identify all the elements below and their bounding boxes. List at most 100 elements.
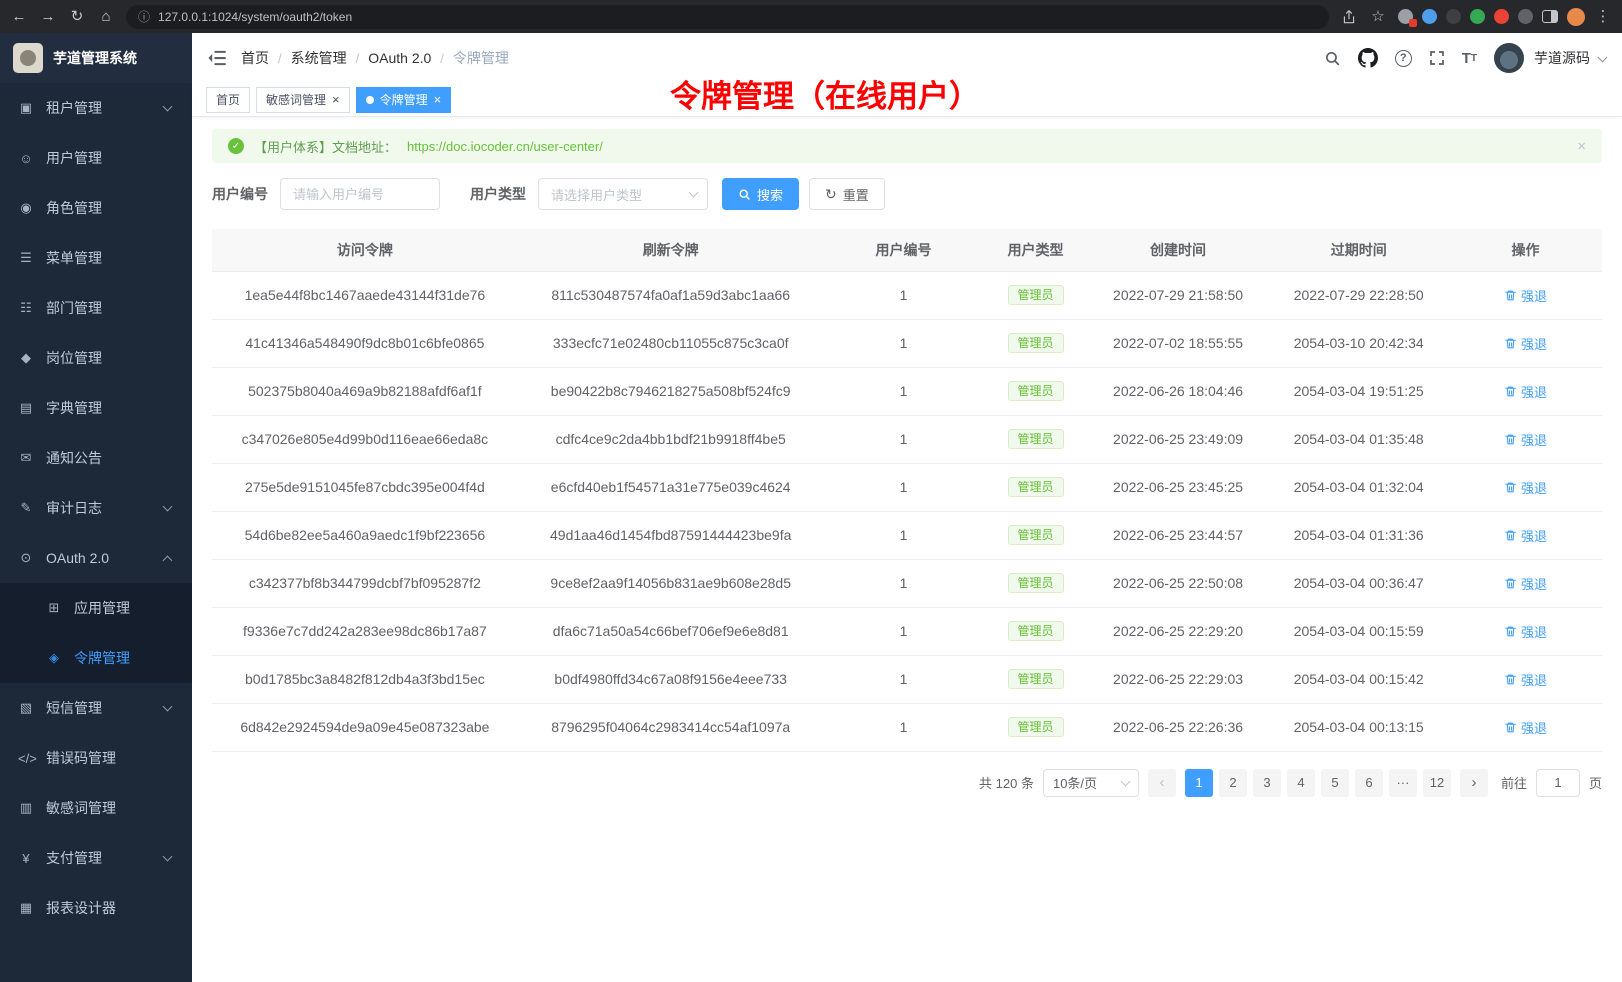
user-id-input[interactable] [280, 178, 440, 210]
force-logout-button[interactable]: 强退 [1504, 382, 1547, 401]
column-header: 操作 [1449, 229, 1602, 271]
pager-page-4[interactable]: 4 [1287, 769, 1315, 797]
app-logo[interactable]: 芋道管理系统 [0, 33, 192, 83]
extension-icon-dark[interactable] [1446, 9, 1461, 24]
extension-icon-green[interactable] [1470, 9, 1485, 24]
refresh-token-cell: 9ce8ef2aa9f14056b831ae9b608e28d5 [518, 559, 824, 607]
pagination: 共 120 条 10条/页 ‹ 123456···12 › 前往 页 [192, 752, 1622, 814]
sidebar-item-tenant[interactable]: ▣租户管理 [0, 83, 192, 133]
tab-令牌管理[interactable]: 令牌管理× [356, 87, 452, 113]
chevron-down-icon[interactable] [1598, 52, 1608, 62]
force-logout-button[interactable]: 强退 [1504, 574, 1547, 593]
tab-close-icon[interactable]: × [332, 93, 340, 106]
pager-page-1[interactable]: 1 [1185, 769, 1213, 797]
search-button[interactable]: 搜索 [722, 178, 799, 210]
prev-page-button[interactable]: ‹ [1148, 769, 1176, 797]
extension-icon[interactable] [1398, 9, 1413, 24]
breadcrumb-item[interactable]: 系统管理 [291, 48, 347, 68]
goto-page-input[interactable] [1536, 769, 1580, 797]
sidebar-item-role[interactable]: ◉角色管理 [0, 183, 192, 233]
sidebar-item-label: 报表设计器 [46, 898, 174, 918]
force-logout-button[interactable]: 强退 [1504, 526, 1547, 545]
refresh-token-cell: 49d1aa46d1454fbd87591444423be9fa [518, 511, 824, 559]
role-icon: ◉ [18, 200, 34, 216]
reset-button-label: 重置 [843, 185, 869, 204]
extension-icon-red[interactable] [1494, 9, 1509, 24]
browser-profile-avatar[interactable] [1567, 8, 1585, 26]
home-icon[interactable]: ⌂ [97, 9, 115, 24]
browser-menu-icon[interactable]: ⋮ [1594, 9, 1612, 24]
breadcrumb-separator: / [278, 51, 282, 66]
address-bar[interactable]: ⓘ 127.0.0.1:1024/system/oauth2/token [126, 5, 1329, 29]
extension-icon-gray[interactable] [1518, 9, 1533, 24]
action-cell: 强退 [1449, 271, 1602, 319]
access-token-cell: 502375b8040a469a9b82188afdf6af1f [212, 367, 518, 415]
table-row: c342377bf8b344799dcbf7bf095287f29ce8ef2a… [212, 559, 1602, 607]
sidebar-item-dept[interactable]: ☷部门管理 [0, 283, 192, 333]
page-size-select[interactable]: 10条/页 [1043, 769, 1139, 797]
table-row: f9336e7c7dd242a283ee98dc86b17a87dfa6c71a… [212, 607, 1602, 655]
share-icon[interactable] [1340, 9, 1358, 25]
sidebar-item-token[interactable]: ◈令牌管理 [0, 633, 192, 683]
pager-page-2[interactable]: 2 [1219, 769, 1247, 797]
next-page-button[interactable]: › [1460, 769, 1488, 797]
force-logout-button[interactable]: 强退 [1504, 430, 1547, 449]
pager-more-button[interactable]: ··· [1389, 769, 1417, 797]
user-id-cell: 1 [824, 559, 984, 607]
sidebar-item-notice[interactable]: ✉通知公告 [0, 433, 192, 483]
collapse-sidebar-icon[interactable] [208, 50, 226, 66]
sidebar-toggle-icon[interactable] [1542, 10, 1558, 23]
sidebar-item-report[interactable]: ▦报表设计器 [0, 883, 192, 933]
create-time-cell: 2022-06-25 23:44:57 [1088, 511, 1269, 559]
breadcrumb-item[interactable]: OAuth 2.0 [368, 50, 431, 66]
force-logout-button[interactable]: 强退 [1504, 334, 1547, 353]
tab-close-icon[interactable]: × [434, 93, 442, 106]
sidebar-item-user[interactable]: ☺用户管理 [0, 133, 192, 183]
pager-page-5[interactable]: 5 [1321, 769, 1349, 797]
sidebar-item-post[interactable]: ◆岗位管理 [0, 333, 192, 383]
site-info-icon[interactable]: ⓘ [138, 8, 150, 25]
reload-icon[interactable]: ↻ [68, 9, 86, 24]
tab-敏感词管理[interactable]: 敏感词管理× [256, 87, 350, 113]
user-id-cell: 1 [824, 319, 984, 367]
sidebar-item-sensitive-word[interactable]: ▥敏感词管理 [0, 783, 192, 833]
force-logout-button[interactable]: 强退 [1504, 718, 1547, 737]
pager-page-6[interactable]: 6 [1355, 769, 1383, 797]
force-logout-button[interactable]: 强退 [1504, 622, 1547, 641]
pager-page-12[interactable]: 12 [1423, 769, 1451, 797]
github-icon[interactable] [1358, 48, 1378, 68]
doc-link[interactable]: https://doc.iocoder.cn/user-center/ [407, 139, 603, 154]
forward-icon[interactable]: → [39, 9, 57, 24]
back-icon[interactable]: ← [10, 9, 28, 24]
sms-icon: ▧ [18, 700, 34, 716]
tab-首页[interactable]: 首页 [206, 87, 250, 113]
refresh-token-cell: 8796295f04064c2983414cc54af1097a [518, 703, 824, 751]
page-size-value: 10条/页 [1053, 773, 1097, 792]
bookmark-star-icon[interactable]: ☆ [1369, 9, 1387, 24]
font-size-icon[interactable]: TT [1462, 50, 1477, 67]
sidebar-item-pay[interactable]: ¥支付管理 [0, 833, 192, 883]
pager-page-3[interactable]: 3 [1253, 769, 1281, 797]
reset-button[interactable]: ↻ 重置 [809, 178, 885, 210]
breadcrumb-item[interactable]: 首页 [241, 48, 269, 68]
extension-icon-blue[interactable] [1422, 9, 1437, 24]
create-time-cell: 2022-06-25 22:29:20 [1088, 607, 1269, 655]
sidebar-item-oauth2[interactable]: ⊙OAuth 2.0 [0, 533, 192, 583]
force-logout-button[interactable]: 强退 [1504, 478, 1547, 497]
search-icon[interactable] [1324, 50, 1341, 67]
sidebar-item-errcode[interactable]: </>错误码管理 [0, 733, 192, 783]
sidebar-item-audit-log[interactable]: ✎审计日志 [0, 483, 192, 533]
force-logout-button[interactable]: 强退 [1504, 670, 1547, 689]
alert-close-icon[interactable]: × [1577, 138, 1586, 155]
user-type-select[interactable]: 请选择用户类型 [538, 178, 708, 210]
user-avatar[interactable] [1494, 43, 1524, 73]
sidebar-item-menu[interactable]: ☰菜单管理 [0, 233, 192, 283]
sidebar-item-sms[interactable]: ▧短信管理 [0, 683, 192, 733]
fullscreen-icon[interactable] [1429, 50, 1445, 66]
help-icon[interactable]: ? [1395, 50, 1412, 67]
token-icon: ◈ [46, 650, 62, 666]
username[interactable]: 芋道源码 [1534, 48, 1590, 68]
force-logout-button[interactable]: 强退 [1504, 286, 1547, 305]
sidebar-item-dict[interactable]: ▤字典管理 [0, 383, 192, 433]
sidebar-item-app[interactable]: ⊞应用管理 [0, 583, 192, 633]
